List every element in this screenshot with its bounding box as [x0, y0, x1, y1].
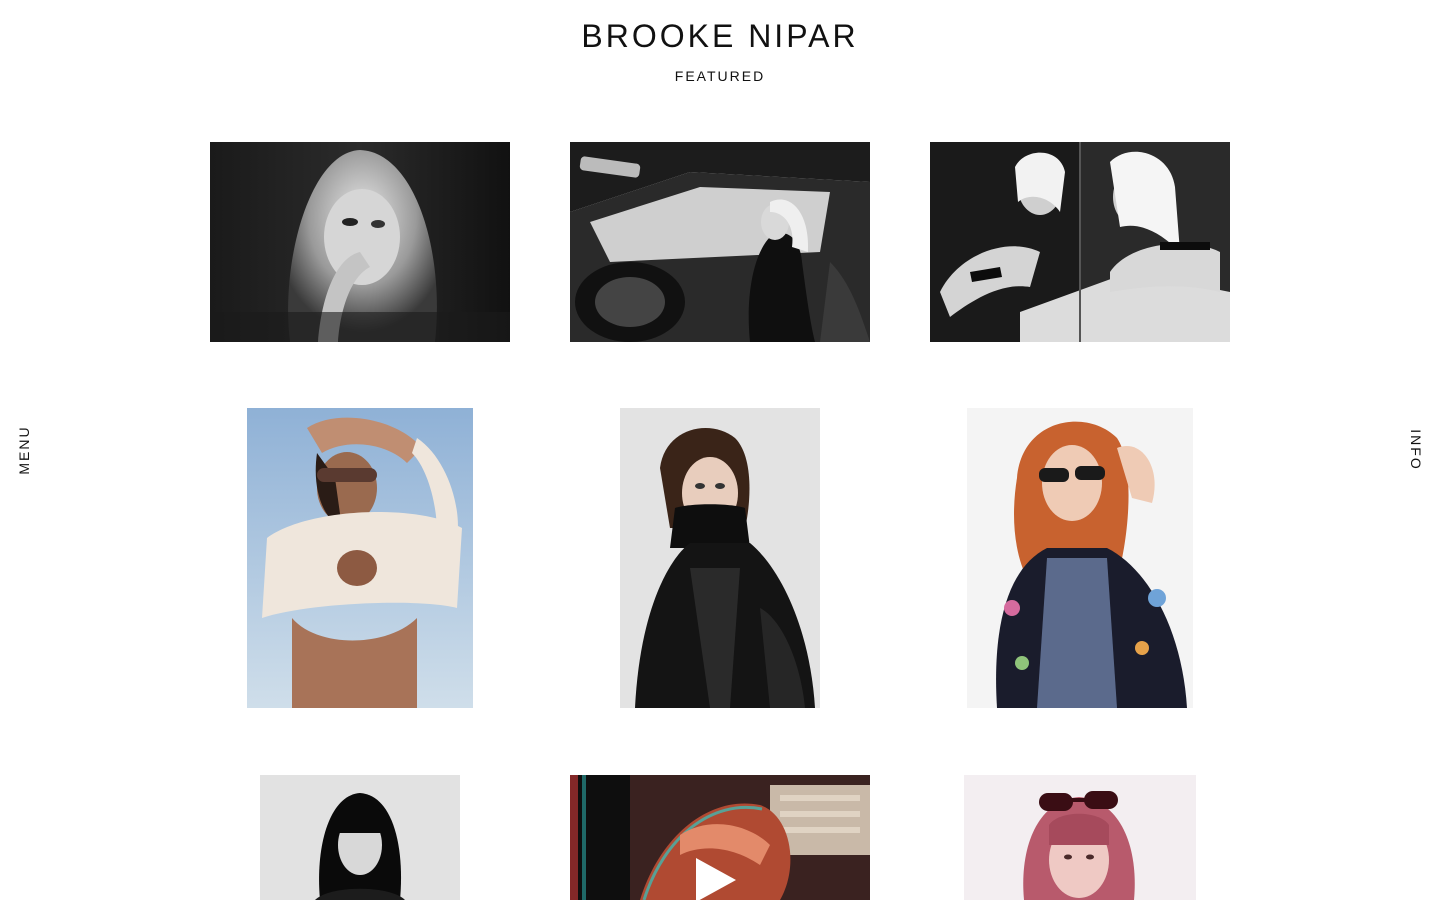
- gallery-thumbnail[interactable]: [210, 142, 510, 342]
- gallery-thumbnail[interactable]: [260, 775, 460, 900]
- photo-color-sunglasses-image: [964, 775, 1196, 900]
- photo-bw-mirror-image: [930, 142, 1230, 342]
- gallery-thumbnail[interactable]: [930, 142, 1230, 342]
- gallery-thumbnail[interactable]: [620, 408, 820, 708]
- photo-color-sky-image: [247, 408, 473, 708]
- menu-link[interactable]: MENU: [16, 425, 32, 474]
- gallery-thumbnail[interactable]: [967, 408, 1193, 708]
- section-label: FEATURED: [674, 68, 766, 84]
- gallery-thumbnail[interactable]: [570, 142, 870, 342]
- info-link[interactable]: INFO: [1408, 429, 1424, 470]
- gallery-thumbnail[interactable]: [247, 408, 473, 708]
- photo-bw-portrait-image: [210, 142, 510, 342]
- photo-bw-car-image: [570, 142, 870, 342]
- gallery-thumbnail[interactable]: [964, 775, 1196, 900]
- site-title[interactable]: BROOKE NIPAR: [0, 18, 1440, 54]
- photo-color-leather-image: [620, 408, 820, 708]
- photo-color-jacket-image: [967, 408, 1193, 708]
- play-icon[interactable]: [696, 858, 736, 900]
- page: BROOKE NIPAR FEATURED MENU INFO: [0, 0, 1440, 900]
- photo-bw-bangs-image: [260, 775, 460, 900]
